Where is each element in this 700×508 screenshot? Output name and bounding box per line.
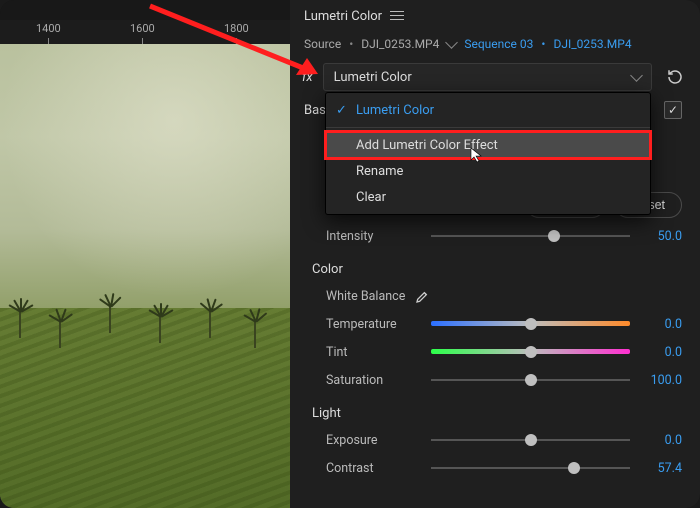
intensity-row: Intensity 50.0	[304, 222, 682, 250]
saturation-label: Saturation	[326, 373, 421, 388]
source-row: Source • DJI_0253.MP4 Sequence 03 • DJI_…	[290, 32, 700, 56]
temperature-value[interactable]: 0.0	[640, 317, 682, 332]
tint-label: Tint	[326, 345, 421, 360]
intensity-label: Intensity	[326, 229, 421, 244]
subsection-label: Color	[312, 262, 343, 277]
effect-select-value: Lumetri Color	[334, 70, 412, 85]
exposure-value[interactable]: 0.0	[640, 433, 682, 448]
subsection-label: Light	[312, 406, 341, 421]
effect-select-row: fx Lumetri Color	[290, 62, 700, 92]
saturation-row: Saturation 100.0	[304, 366, 682, 394]
menu-item-label: Lumetri Color	[356, 103, 434, 118]
tint-row: Tint 0.0	[304, 338, 682, 366]
menu-item-lumetri-color[interactable]: Lumetri Color	[326, 97, 650, 123]
annotation-arrow	[140, 0, 330, 92]
menu-item-rename[interactable]: Rename	[326, 158, 650, 184]
intensity-value[interactable]: 50.0	[640, 229, 682, 244]
subsection-light[interactable]: Light	[304, 400, 682, 426]
section-toggle-checkbox[interactable]: ✓	[664, 101, 682, 119]
menu-separator	[326, 127, 650, 128]
bullet-icon: •	[349, 37, 353, 51]
hamburger-icon[interactable]	[390, 11, 404, 21]
eyedropper-icon[interactable]	[415, 288, 431, 304]
saturation-value[interactable]: 100.0	[640, 373, 682, 388]
chevron-down-icon[interactable]	[445, 36, 458, 49]
saturation-slider[interactable]	[431, 371, 630, 389]
menu-item-label: Clear	[356, 190, 386, 205]
menu-item-add-lumetri[interactable]: Add Lumetri Color Effect	[326, 132, 650, 158]
effect-dropdown-menu: Lumetri Color Add Lumetri Color Effect R…	[325, 92, 651, 215]
menu-item-label: Rename	[356, 164, 403, 179]
exposure-row: Exposure 0.0	[304, 426, 682, 454]
temperature-row: Temperature 0.0	[304, 310, 682, 338]
contrast-value[interactable]: 57.4	[640, 461, 682, 476]
contrast-slider[interactable]	[431, 459, 630, 477]
temperature-slider[interactable]	[431, 315, 630, 333]
temperature-label: Temperature	[326, 317, 421, 332]
chevron-down-icon	[630, 69, 643, 82]
source-clip[interactable]: DJI_0253.MP4	[361, 37, 439, 51]
exposure-label: Exposure	[326, 433, 421, 448]
white-balance-row: White Balance	[304, 282, 682, 310]
app-root: 1400 1600 1800 Lumetri Color Source • DJ…	[0, 0, 700, 508]
ruler-tick: 1400	[36, 22, 61, 35]
preview-image	[0, 44, 290, 508]
exposure-slider[interactable]	[431, 431, 630, 449]
contrast-label: Contrast	[326, 461, 421, 476]
panel-header: Lumetri Color	[290, 0, 700, 32]
menu-item-clear[interactable]: Clear	[326, 184, 650, 210]
effect-select[interactable]: Lumetri Color	[323, 63, 652, 91]
cursor-icon	[470, 147, 486, 167]
bullet-icon: •	[541, 37, 545, 51]
lumetri-panel: Lumetri Color Source • DJI_0253.MP4 Sequ…	[290, 0, 700, 508]
subsection-color[interactable]: Color	[304, 256, 682, 282]
sequence-clip-link[interactable]: DJI_0253.MP4	[553, 37, 631, 51]
intensity-slider[interactable]	[431, 227, 630, 245]
tint-value[interactable]: 0.0	[640, 345, 682, 360]
sequence-link[interactable]: Sequence 03	[464, 37, 533, 51]
contrast-row: Contrast 57.4	[304, 454, 682, 482]
white-balance-label: White Balance	[326, 289, 405, 304]
reset-effect-button[interactable]	[662, 64, 688, 90]
tint-slider[interactable]	[431, 343, 630, 361]
